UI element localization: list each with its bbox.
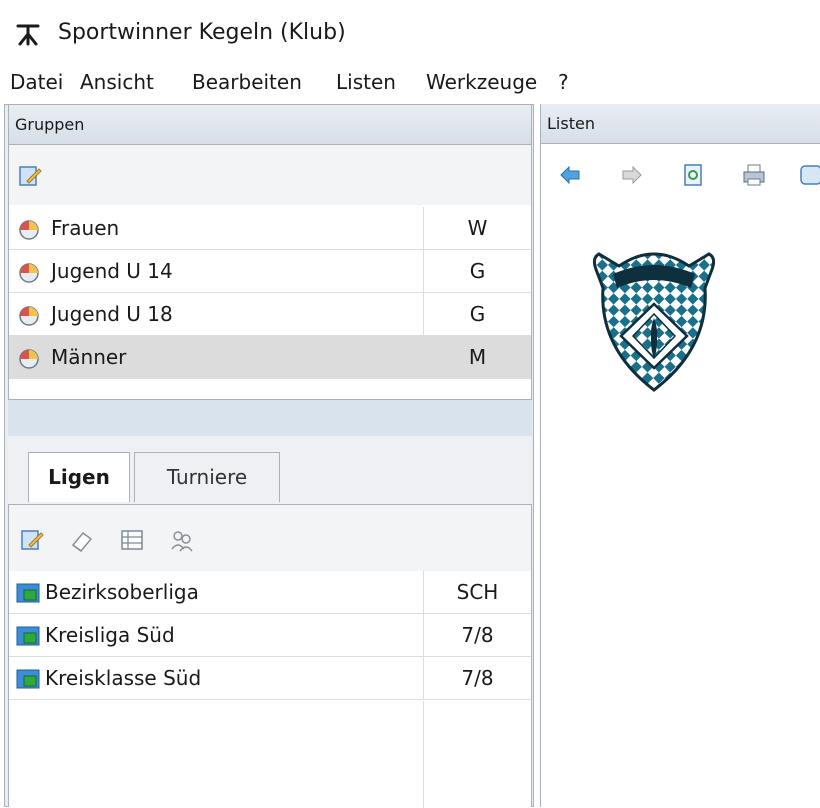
groups-header: Gruppen [9, 105, 531, 145]
group-name: Jugend U 18 [51, 302, 173, 326]
league-name: Bezirksoberliga [45, 580, 199, 604]
league-code: 7/8 [423, 614, 531, 657]
group-row-jugend-u14[interactable]: Jugend U 14 G [9, 250, 531, 293]
users-icon[interactable] [169, 527, 195, 553]
league-row-kreisliga-sued[interactable]: Kreisliga Süd 7/8 [9, 614, 531, 657]
group-code: G [423, 250, 531, 293]
bowling-pin-icon [16, 24, 40, 46]
group-name: Männer [51, 345, 127, 369]
league-row-kreisklasse-sued[interactable]: Kreisklasse Süd 7/8 [9, 657, 531, 700]
lists-toolbar [541, 144, 820, 204]
league-icon [16, 583, 40, 603]
menu-bearbeiten[interactable]: Bearbeiten [192, 68, 302, 96]
table-icon[interactable] [119, 527, 145, 553]
league-code: 7/8 [423, 657, 531, 700]
group-row-maenner[interactable]: Männer M [9, 336, 531, 379]
group-name: Jugend U 14 [51, 259, 173, 283]
group-code: M [423, 336, 531, 379]
group-name: Frauen [51, 216, 120, 240]
group-icon [19, 349, 39, 369]
group-row-jugend-u18[interactable]: Jugend U 18 G [9, 293, 531, 336]
edit-icon[interactable] [19, 527, 45, 553]
forward-arrow-icon[interactable] [619, 162, 645, 188]
group-icon [19, 306, 39, 326]
menu-bar: Datei Ansicht Bearbeiten Listen Werkzeug… [0, 60, 820, 104]
back-arrow-icon[interactable] [557, 162, 583, 188]
league-row-bezirksoberliga[interactable]: Bezirksoberliga SCH [9, 571, 531, 614]
groups-toolbar [9, 145, 531, 205]
club-crest-logo [592, 252, 716, 392]
print-icon[interactable] [741, 162, 767, 188]
tab-strip: Ligen Turniere [8, 436, 532, 504]
league-name: Kreisliga Süd [45, 623, 175, 647]
leagues-panel: Bezirksoberliga SCH Kreisliga Süd 7/8 Kr… [8, 504, 532, 808]
window-title: Sportwinner Kegeln (Klub) [58, 20, 346, 45]
group-row-frauen[interactable]: Frauen W [9, 207, 531, 250]
column-divider [423, 701, 424, 808]
tab-ligen[interactable]: Ligen [28, 452, 130, 502]
title-bar: Sportwinner Kegeln (Klub) [0, 0, 820, 60]
panel-splitter[interactable] [8, 400, 532, 437]
leagues-toolbar [9, 505, 531, 571]
menu-werkzeuge[interactable]: Werkzeuge [426, 68, 537, 96]
groups-panel: Gruppen Frauen W Jugend U 14 G Jugend U … [8, 104, 532, 400]
group-code: W [423, 207, 531, 250]
export-icon[interactable] [799, 162, 820, 188]
lists-header: Listen [541, 104, 820, 144]
group-code: G [423, 293, 531, 336]
league-icon [16, 669, 40, 689]
league-name: Kreisklasse Süd [45, 666, 202, 690]
league-code: SCH [423, 571, 531, 614]
menu-listen[interactable]: Listen [336, 68, 396, 96]
tab-turniere[interactable]: Turniere [134, 452, 280, 502]
eraser-icon[interactable] [69, 527, 95, 553]
group-icon [19, 263, 39, 283]
menu-ansicht[interactable]: Ansicht [80, 68, 154, 96]
lists-pane: Listen [540, 104, 820, 807]
menu-datei[interactable]: Datei [10, 68, 63, 96]
group-icon [19, 220, 39, 240]
menu-help[interactable]: ? [558, 68, 569, 96]
leagues-empty-area [9, 701, 531, 808]
edit-icon[interactable] [17, 163, 43, 189]
preview-icon[interactable] [681, 162, 707, 188]
league-icon [16, 626, 40, 646]
